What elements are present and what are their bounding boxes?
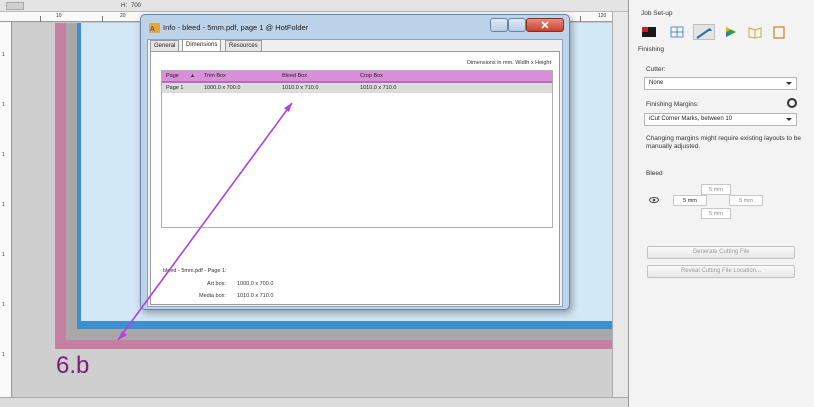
- bleed-label: Bleed: [646, 170, 663, 177]
- bleed-left-input[interactable]: 5 mm: [673, 195, 707, 206]
- vertical-scrollbar[interactable]: [612, 12, 628, 397]
- cutter-value: None: [649, 80, 664, 86]
- page-icon[interactable]: [771, 24, 787, 40]
- tab-dimensions[interactable]: Dimensions: [182, 39, 222, 51]
- art-box-label: Art box:: [207, 281, 226, 287]
- ruler-label: 1: [2, 252, 5, 258]
- info-dialog[interactable]: A Info - bleed - 5mm.pdf, page 1 @ HotFo…: [140, 14, 570, 310]
- table-header: Page ▲ Trim Box Bleed Box Crop Box: [162, 71, 552, 81]
- tab-general[interactable]: General: [150, 40, 180, 51]
- cell-page: Page 1: [166, 85, 184, 91]
- chevron-down-icon: [786, 82, 792, 85]
- generate-cutting-file-button[interactable]: Generate Cutting File: [647, 246, 795, 259]
- finishing-tab-icon[interactable]: [693, 24, 715, 40]
- column-header-page[interactable]: Page: [166, 73, 179, 79]
- sort-ascending-icon: ▲: [190, 73, 195, 79]
- dialog-body: General Dimensions Resources Dimensions …: [147, 39, 563, 307]
- reveal-cutting-file-button[interactable]: Reveal Cutting File Location...: [647, 265, 795, 278]
- top-toolbar: H: 700: [0, 0, 628, 12]
- flag-icon[interactable]: [641, 24, 657, 40]
- section-finishing: Finishing: [638, 46, 665, 53]
- cutter-select[interactable]: None: [644, 77, 797, 90]
- ruler-label: 1: [2, 152, 5, 158]
- ruler-label: 1: [2, 202, 5, 208]
- ruler-label: 1: [2, 302, 5, 308]
- dimensions-table[interactable]: Page ▲ Trim Box Bleed Box Crop Box Page …: [161, 70, 553, 228]
- column-header-trim[interactable]: Trim Box: [204, 73, 226, 79]
- ruler-label: 1: [2, 102, 5, 108]
- media-box-value: 1010.0 x 710.0: [237, 293, 274, 299]
- chevron-down-icon: [786, 118, 792, 121]
- media-box-label: Media box:: [199, 293, 226, 299]
- horizontal-scrollbar[interactable]: [0, 397, 628, 407]
- close-button[interactable]: [526, 18, 564, 32]
- column-header-crop[interactable]: Crop Box: [360, 73, 383, 79]
- table-row[interactable]: Page 1 1000.0 x 700.0 1010.0 x 710.0 101…: [162, 83, 552, 93]
- bleed-right-input[interactable]: 5 mm: [729, 195, 763, 206]
- cutter-label: Cutter:: [646, 66, 666, 73]
- ruler-label: 1: [2, 352, 5, 358]
- dimensions-panel: Dimensions in mm. Width x Height Page ▲ …: [150, 51, 560, 305]
- maximize-button[interactable]: [508, 18, 526, 32]
- margins-warning: Changing margins might require existing …: [646, 135, 802, 150]
- minimize-button[interactable]: [490, 18, 508, 32]
- info-heading: bleed - 5mm.pdf - Page 1:: [163, 268, 227, 274]
- column-header-bleed[interactable]: Bleed Box: [282, 73, 307, 79]
- book-icon[interactable]: [747, 24, 763, 40]
- cell-bleed: 1010.0 x 710.0: [282, 85, 319, 91]
- annotation-label: 6.b: [56, 352, 90, 379]
- height-label: H:: [121, 3, 127, 9]
- job-setup-panel: Job Set-up Finishing Cutter: None Finish…: [628, 0, 814, 407]
- svg-text:A: A: [150, 26, 155, 33]
- color-icon[interactable]: [723, 24, 739, 40]
- panel-title: Job Set-up: [641, 10, 673, 17]
- ruler-label: 1: [2, 52, 5, 58]
- app-icon: A: [149, 23, 160, 33]
- ruler-label: 20: [120, 13, 126, 19]
- bleed-bottom-input[interactable]: 5 mm: [701, 208, 731, 219]
- ruler-label: 10: [56, 13, 62, 19]
- margins-value: iCut Corner Marks, between 10: [649, 116, 733, 122]
- zoom-control[interactable]: [6, 2, 24, 10]
- art-box-value: 1000.0 x 700.0: [237, 281, 274, 287]
- cell-trim: 1000.0 x 700.0: [204, 85, 241, 91]
- units-note: Dimensions in mm. Width x Height: [466, 60, 551, 66]
- ruler-left: 1 1 1 1 1 1 1: [0, 22, 12, 397]
- layout-icon[interactable]: [669, 24, 685, 40]
- bleed-top-input[interactable]: 5 mm: [701, 184, 731, 195]
- cell-crop: 1010.0 x 710.0: [360, 85, 397, 91]
- margins-label: Finishing Margins:: [646, 101, 699, 108]
- height-value[interactable]: 700: [131, 3, 141, 9]
- eye-icon[interactable]: [649, 197, 659, 203]
- margins-select[interactable]: iCut Corner Marks, between 10: [644, 113, 797, 126]
- close-icon: [541, 21, 549, 29]
- refresh-icon[interactable]: [787, 98, 797, 108]
- ruler-label: 120: [598, 13, 607, 19]
- dialog-title: Info - bleed - 5mm.pdf, page 1 @ HotFold…: [163, 23, 309, 32]
- tab-resources[interactable]: Resources: [225, 40, 262, 51]
